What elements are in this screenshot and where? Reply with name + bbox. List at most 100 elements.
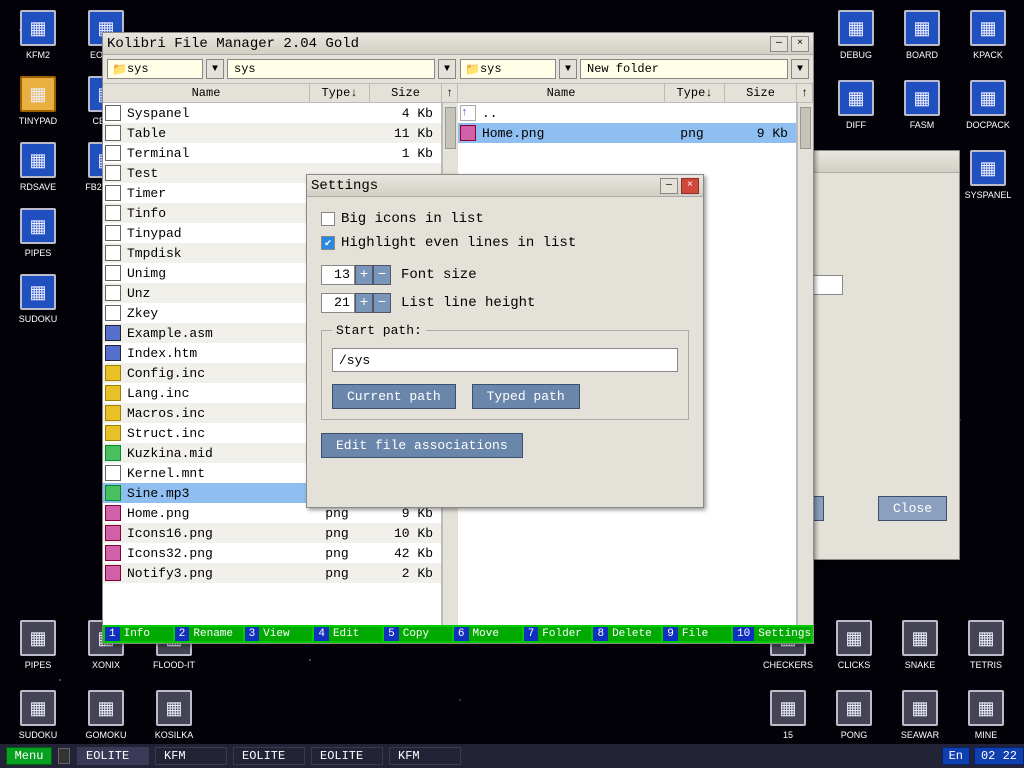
desktop-icon-fasm[interactable]: ▦FASM <box>890 80 954 130</box>
desktop-icon-sudoku[interactable]: ▦SUDOKU <box>6 274 70 324</box>
taskbar-task[interactable]: EOLITE <box>233 747 305 765</box>
app-icon: ▦ <box>20 10 56 46</box>
fkey-9[interactable]: 9File <box>663 627 731 641</box>
desktop-icon-gomoku[interactable]: ▦GOMOKU <box>74 690 138 740</box>
file-row[interactable]: Icons16.pngpng10 Kb <box>103 523 441 543</box>
left-col-size[interactable]: Size <box>370 84 442 102</box>
right-path-arrow[interactable]: ▼ <box>791 59 809 79</box>
current-path-button[interactable]: Current path <box>332 384 456 409</box>
close-button[interactable]: Close <box>878 496 947 521</box>
desktop-icon-seawar[interactable]: ▦SEAWAR <box>888 690 952 740</box>
key-icon <box>105 385 121 401</box>
left-col-type[interactable]: Type↓ <box>310 84 370 102</box>
line-height-inc[interactable]: + <box>355 293 373 313</box>
close-button[interactable]: × <box>791 36 809 52</box>
fkey-8[interactable]: 8Delete <box>593 627 661 641</box>
taskbar-task[interactable]: KFM <box>155 747 227 765</box>
fkey-1[interactable]: 1Info <box>105 627 173 641</box>
left-path[interactable]: sys <box>227 59 435 79</box>
taskbar-task[interactable]: EOLITE <box>311 747 383 765</box>
line-height-input[interactable] <box>321 293 355 313</box>
font-size-inc[interactable]: + <box>355 265 373 285</box>
key-icon <box>105 425 121 441</box>
kfm-titlebar[interactable]: Kolibri File Manager 2.04 Gold — × <box>103 33 813 55</box>
fkey-2[interactable]: 2Rename <box>175 627 243 641</box>
font-size-dec[interactable]: − <box>373 265 391 285</box>
doc-icon <box>105 285 121 301</box>
start-path-input[interactable] <box>332 348 678 372</box>
big-icons-checkbox[interactable] <box>321 212 335 226</box>
desktop-icon-15[interactable]: ▦15 <box>756 690 820 740</box>
file-row[interactable]: Terminal1 Kb <box>103 143 441 163</box>
desktop-icon-kpack[interactable]: ▦KPACK <box>956 10 1020 60</box>
desktop-icon-snake[interactable]: ▦SNAKE <box>888 620 952 670</box>
fkey-number: 9 <box>663 627 678 641</box>
file-row[interactable]: Notify3.pngpng2 Kb <box>103 563 441 583</box>
right-path[interactable]: New folder <box>580 59 788 79</box>
taskbar-task[interactable]: EOLITE <box>77 747 149 765</box>
fkey-3[interactable]: 3View <box>245 627 313 641</box>
desktop-icon-syspanel[interactable]: ▦SYSPANEL <box>956 150 1020 200</box>
desktop-icon-rdsave[interactable]: ▦RDSAVE <box>6 142 70 192</box>
fkey-number: 4 <box>314 627 329 641</box>
desktop-icon-tinypad[interactable]: ▦TINYPAD <box>6 76 70 126</box>
language-indicator[interactable]: En <box>942 747 970 765</box>
right-col-type[interactable]: Type↓ <box>665 84 725 102</box>
fkey-10[interactable]: 10Settings <box>733 627 811 641</box>
right-scrollbar[interactable] <box>797 103 813 625</box>
desktop-icon-sudoku[interactable]: ▦SUDOKU <box>6 690 70 740</box>
file-row[interactable]: Icons32.pngpng42 Kb <box>103 543 441 563</box>
app-icon: ▦ <box>902 690 938 726</box>
start-menu-button[interactable]: Menu <box>6 747 52 765</box>
settings-minimize[interactable]: — <box>660 178 678 194</box>
right-col-name[interactable]: Name <box>458 84 665 102</box>
desktop-icon-diff[interactable]: ▦DIFF <box>824 80 888 130</box>
left-drive-dropdown[interactable]: 📁 sys <box>107 59 203 79</box>
fkey-5[interactable]: 5Copy <box>384 627 452 641</box>
right-drive-arrow[interactable]: ▼ <box>559 59 577 79</box>
minimize-button[interactable]: — <box>770 36 788 52</box>
settings-close[interactable]: × <box>681 178 699 194</box>
desktop-icon-pipes[interactable]: ▦PIPES <box>6 620 70 670</box>
right-drive-dropdown[interactable]: 📁 sys <box>460 59 556 79</box>
desktop-icon-clicks[interactable]: ▦CLICKS <box>822 620 886 670</box>
app-icon: ▦ <box>88 690 124 726</box>
desktop-icon-pipes[interactable]: ▦PIPES <box>6 208 70 258</box>
fkey-label: Copy <box>403 628 429 640</box>
file-size: 1 Kb <box>367 146 439 161</box>
taskbar-task[interactable]: KFM <box>389 747 461 765</box>
clock[interactable]: 02 22 <box>974 747 1024 765</box>
desktop-icon-mine[interactable]: ▦MINE <box>954 690 1018 740</box>
file-row[interactable]: Home.pngpng9 Kb <box>458 123 796 143</box>
app-icon: ▦ <box>20 690 56 726</box>
desktop-icon-debug[interactable]: ▦DEBUG <box>824 10 888 60</box>
right-col-size[interactable]: Size <box>725 84 797 102</box>
desktop-icon-board[interactable]: ▦BOARD <box>890 10 954 60</box>
fkey-7[interactable]: 7Folder <box>524 627 592 641</box>
desktop-icon-kosilka[interactable]: ▦KOSILKA <box>142 690 206 740</box>
file-row[interactable]: Syspanel4 Kb <box>103 103 441 123</box>
fkey-4[interactable]: 4Edit <box>314 627 382 641</box>
right-col-sort[interactable]: ↑ <box>797 84 813 102</box>
file-name: Test <box>127 166 307 181</box>
desktop-icon-pong[interactable]: ▦PONG <box>822 690 886 740</box>
left-col-sort[interactable]: ↑ <box>442 84 458 102</box>
left-drive-arrow[interactable]: ▼ <box>206 59 224 79</box>
font-size-input[interactable] <box>321 265 355 285</box>
file-row[interactable]: Table11 Kb <box>103 123 441 143</box>
file-associations-button[interactable]: Edit file associations <box>321 433 523 458</box>
desktop-icon-tetris[interactable]: ▦TETRIS <box>954 620 1018 670</box>
file-name: Home.png <box>127 506 307 521</box>
app-icon: ▦ <box>970 150 1006 186</box>
fkey-6[interactable]: 6Move <box>454 627 522 641</box>
settings-titlebar[interactable]: Settings — × <box>307 175 703 197</box>
typed-path-button[interactable]: Typed path <box>472 384 580 409</box>
line-height-dec[interactable]: − <box>373 293 391 313</box>
highlight-checkbox[interactable]: ✔ <box>321 236 335 250</box>
file-size: 11 Kb <box>367 126 439 141</box>
file-row[interactable]: ↑.. <box>458 103 796 123</box>
desktop-icon-docpack[interactable]: ▦DOCPACK <box>956 80 1020 130</box>
desktop-icon-kfm2[interactable]: ▦KFM2 <box>6 10 70 60</box>
left-col-name[interactable]: Name <box>103 84 310 102</box>
left-path-arrow[interactable]: ▼ <box>438 59 456 79</box>
